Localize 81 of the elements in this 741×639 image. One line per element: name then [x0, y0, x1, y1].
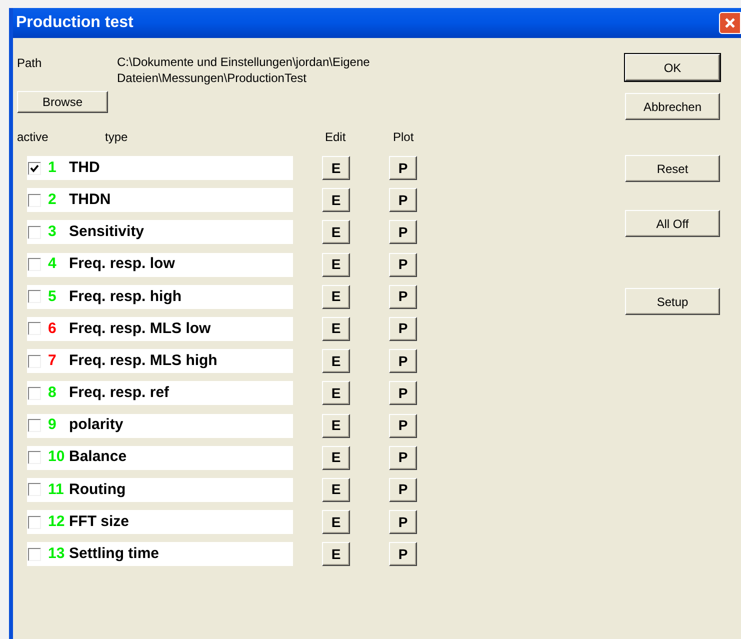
plot-button[interactable]: P: [389, 510, 417, 534]
checkbox[interactable]: [28, 258, 41, 272]
checkbox[interactable]: [28, 548, 41, 561]
test-name: polarity: [69, 415, 124, 436]
column-header: type: [105, 129, 129, 144]
dialog-button[interactable]: All Off: [625, 210, 720, 237]
plot-button[interactable]: P: [389, 252, 417, 277]
test-number: 8: [48, 383, 58, 404]
test-number: 12: [48, 512, 66, 532]
test-number: 4: [48, 254, 58, 274]
browse-button[interactable]: Browse: [17, 91, 108, 113]
test-number: 5: [48, 286, 58, 306]
dialog-button[interactable]: Reset: [625, 155, 720, 182]
edit-button[interactable]: E: [322, 349, 350, 374]
plot-button[interactable]: P: [389, 220, 417, 244]
plot-button[interactable]: P: [389, 478, 417, 502]
column-header: Plot: [393, 129, 414, 144]
test-name: Balance: [69, 447, 127, 468]
edit-button[interactable]: E: [322, 446, 350, 470]
close-button[interactable]: [719, 12, 741, 34]
edit-button[interactable]: E: [322, 414, 350, 438]
edit-button[interactable]: E: [322, 188, 350, 212]
test-name: Settling time: [69, 544, 160, 564]
checkbox[interactable]: [28, 419, 41, 432]
edit-button[interactable]: E: [322, 284, 350, 309]
dialog-button[interactable]: Abbrechen: [625, 93, 720, 120]
test-name: THD: [69, 158, 100, 178]
test-name: Freq. resp. low: [69, 254, 175, 274]
edit-button[interactable]: E: [322, 316, 350, 341]
checkbox[interactable]: [28, 386, 41, 400]
test-name: Freq. resp. high: [69, 286, 182, 306]
plot-button[interactable]: P: [389, 381, 417, 406]
plot-button[interactable]: P: [389, 542, 417, 566]
checkbox[interactable]: [28, 516, 41, 529]
plot-button[interactable]: P: [389, 414, 417, 438]
test-number: 9: [48, 415, 58, 436]
edit-button[interactable]: E: [322, 542, 350, 566]
checkbox[interactable]: [28, 354, 41, 368]
edit-button[interactable]: E: [322, 510, 350, 534]
plot-button[interactable]: P: [389, 316, 417, 341]
edit-button[interactable]: E: [322, 252, 350, 277]
plot-button[interactable]: P: [389, 349, 417, 374]
plot-button[interactable]: P: [389, 156, 417, 180]
checkbox[interactable]: [28, 226, 41, 239]
plot-button[interactable]: P: [389, 446, 417, 470]
test-name: Freq. resp. MLS low: [69, 318, 211, 339]
test-number: 2: [48, 190, 58, 210]
path-value: C:\Dokumente und Einstellungen\jordan\Eigene Dateien\Messungen\ProductionTest: [117, 54, 371, 86]
test-number: 13: [48, 544, 66, 564]
test-name: Sensitivity: [69, 222, 144, 242]
dialog-button[interactable]: OK: [625, 54, 720, 81]
checkbox[interactable]: [28, 483, 41, 496]
test-name: Freq. resp. MLS high: [69, 350, 218, 371]
edit-button[interactable]: E: [322, 478, 350, 502]
checkbox[interactable]: [28, 162, 41, 174]
check-icon: [30, 164, 39, 172]
test-name: THDN: [69, 190, 111, 210]
test-number: 10: [48, 447, 66, 468]
window-title: Production test: [15, 13, 134, 33]
test-number: 7: [48, 350, 58, 371]
column-header: active: [17, 129, 50, 144]
test-number: 1: [48, 158, 58, 178]
plot-button[interactable]: P: [389, 284, 417, 309]
test-name: FFT size: [69, 512, 130, 532]
test-number: 11: [48, 480, 65, 500]
edit-button[interactable]: E: [322, 156, 350, 180]
checkbox[interactable]: [28, 290, 41, 304]
test-number: 6: [48, 318, 58, 339]
test-name: Freq. resp. ref: [69, 383, 170, 404]
edit-button[interactable]: E: [322, 381, 350, 406]
plot-button[interactable]: P: [389, 188, 417, 212]
column-header: Edit: [324, 129, 347, 144]
edit-button[interactable]: E: [322, 220, 350, 244]
test-number: 3: [48, 222, 58, 242]
checkbox[interactable]: [28, 451, 41, 464]
close-icon: [724, 17, 736, 29]
test-name: Routing: [69, 480, 126, 500]
checkbox[interactable]: [28, 322, 41, 336]
dialog-button[interactable]: Setup: [625, 288, 720, 315]
path-label: Path: [17, 55, 43, 72]
checkbox[interactable]: [28, 194, 41, 207]
